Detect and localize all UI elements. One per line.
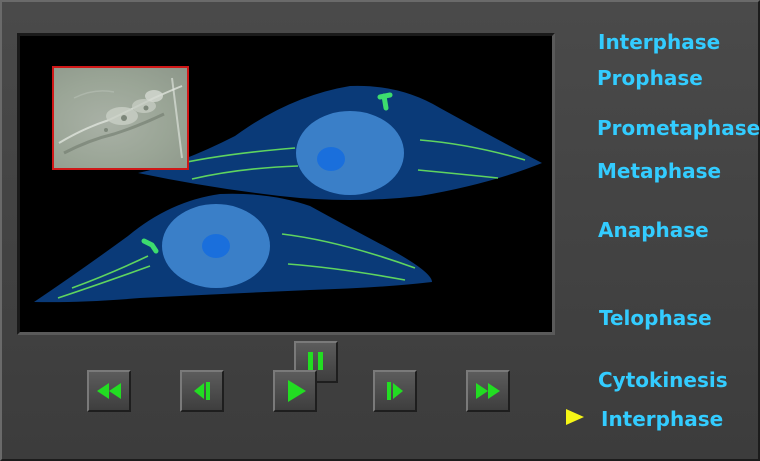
phase-interphase-end[interactable]: Interphase bbox=[601, 407, 723, 431]
phase-prometaphase[interactable]: Prometaphase bbox=[597, 116, 760, 140]
cell-animation-viewer bbox=[17, 33, 555, 335]
step-forward-button[interactable] bbox=[373, 370, 417, 412]
phase-interphase-start[interactable]: Interphase bbox=[598, 30, 720, 54]
fast-forward-button[interactable] bbox=[466, 370, 510, 412]
upper-cell-nucleolus bbox=[317, 147, 345, 171]
phase-telophase[interactable]: Telophase bbox=[599, 306, 712, 330]
phase-cytokinesis[interactable]: Cytokinesis bbox=[598, 368, 728, 392]
micrograph-inset bbox=[52, 66, 189, 170]
rewind-icon bbox=[97, 383, 121, 399]
micrograph-image bbox=[58, 77, 183, 159]
lower-cell-nucleolus bbox=[202, 234, 230, 258]
play-icon bbox=[288, 380, 306, 402]
phase-metaphase[interactable]: Metaphase bbox=[597, 159, 721, 183]
step-back-button[interactable] bbox=[180, 370, 224, 412]
play-button[interactable] bbox=[273, 370, 317, 412]
phase-anaphase[interactable]: Anaphase bbox=[598, 218, 709, 242]
current-phase-arrow-icon bbox=[566, 409, 584, 425]
fast-forward-icon bbox=[476, 383, 500, 399]
upper-cell-nucleus bbox=[296, 111, 404, 195]
phase-prophase[interactable]: Prophase bbox=[597, 66, 703, 90]
step-forward-icon bbox=[387, 382, 403, 400]
step-back-icon bbox=[194, 382, 210, 400]
rewind-button[interactable] bbox=[87, 370, 131, 412]
